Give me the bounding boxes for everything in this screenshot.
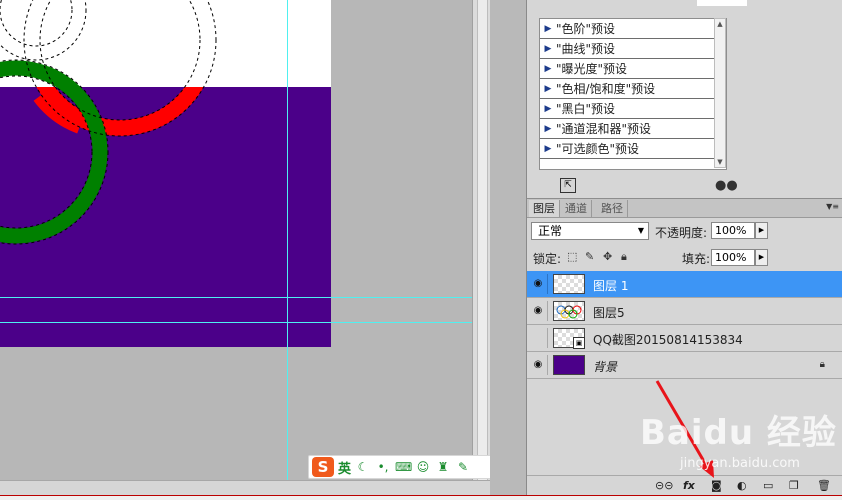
layer-name[interactable]: 图层 1 — [593, 277, 628, 294]
moon-icon[interactable]: ☾ — [355, 460, 371, 474]
opacity-slider-button[interactable]: ▶ — [755, 222, 768, 239]
new-group-icon[interactable]: ▭ — [763, 479, 773, 492]
layer-list: ◉ 图层 1 ◉ 图层5 ▣ QQ截图20150814153834 ◉ 背景 🔒… — [527, 271, 842, 379]
expand-triangle-icon[interactable]: ▶ — [540, 84, 556, 94]
layer-thumbnail-rings[interactable] — [553, 301, 585, 321]
guide-horizontal-2[interactable] — [0, 322, 472, 323]
layer-name[interactable]: QQ截图20150814153834 — [593, 331, 743, 348]
preset-label: "曝光度"预设 — [556, 62, 628, 76]
rings-thumbnail-icon — [556, 305, 582, 319]
scroll-down-icon[interactable]: ▼ — [715, 157, 725, 167]
punctuation-icon[interactable]: •, — [375, 460, 391, 474]
lock-transparent-pixels-icon[interactable]: ⬚ — [567, 250, 577, 263]
lock-all-icon[interactable]: 🔒︎ — [621, 250, 627, 264]
horizontal-scrollbar[interactable] — [0, 480, 490, 496]
preset-curves[interactable]: ▶ "曲线"预设 — [540, 39, 726, 59]
lock-image-pixels-icon[interactable]: ✎ — [585, 250, 594, 263]
wrench-icon[interactable]: ✎ — [455, 460, 471, 474]
expand-triangle-icon[interactable]: ▶ — [540, 24, 556, 34]
preset-label: "可选颜色"预设 — [556, 142, 640, 156]
adjustments-header-strip — [697, 0, 747, 6]
layers-panel-footer: ⊝⊝ fx ◙ ◐ ▭ ❐ 🗑︎ — [527, 475, 842, 497]
guide-vertical[interactable] — [287, 0, 288, 495]
skin-shirt-icon[interactable]: ♜ — [435, 460, 451, 474]
baidu-watermark-url: jingyan.baidu.com — [680, 456, 800, 471]
tab-layers[interactable]: 图层 — [529, 200, 560, 217]
ime-toolbar[interactable]: S 英 ☾ •, ⌨ ☺ ♜ ✎ — [308, 455, 494, 479]
preset-hue-saturation[interactable]: ▶ "色相/饱和度"预设 — [540, 79, 726, 99]
document-image[interactable] — [0, 0, 331, 347]
panel-tabs-bar: 图层 通道 路径 ▼≡ — [527, 199, 842, 218]
link-layers-icon[interactable]: ⊝⊝ — [655, 479, 673, 492]
layer-name[interactable]: 背景 — [593, 358, 617, 375]
blend-mode-value: 正常 — [538, 224, 563, 238]
layer-row-layer1[interactable]: ◉ 图层 1 — [527, 271, 842, 298]
visibility-eye-icon[interactable]: ◉ — [529, 355, 548, 375]
preset-channel-mixer[interactable]: ▶ "通道混和器"预设 — [540, 119, 726, 139]
fill-input[interactable]: 100% — [711, 249, 755, 266]
visibility-eye-icon[interactable]: ◉ — [529, 301, 548, 321]
adjustments-header — [527, 0, 842, 10]
vertical-scrollbar-track[interactable] — [477, 0, 488, 480]
document-canvas-area[interactable] — [0, 0, 472, 495]
fill-slider-button[interactable]: ▶ — [755, 249, 768, 266]
layer-row-qq-screenshot[interactable]: ▣ QQ截图20150814153834 — [527, 325, 842, 352]
delete-layer-icon[interactable]: 🗑︎ — [817, 479, 831, 492]
blend-mode-select[interactable]: 正常 ▼ — [531, 222, 649, 240]
preset-selective-color[interactable]: ▶ "可选颜色"预设 — [540, 139, 726, 159]
adjustment-presets-list[interactable]: ▶ "色阶"预设 ▶ "曲线"预设 ▶ "曝光度"预设 ▶ "色相/饱和度"预设… — [539, 18, 727, 170]
panel-dock-gap — [490, 0, 526, 495]
vertical-scrollbar[interactable] — [472, 0, 491, 480]
ime-language-toggle[interactable]: 英 — [338, 458, 351, 477]
return-to-list-icon[interactable]: ⇱ — [560, 178, 576, 193]
expand-triangle-icon[interactable]: ▶ — [540, 44, 556, 54]
layer-thumbnail[interactable] — [553, 274, 585, 294]
add-mask-icon[interactable]: ◙ — [711, 479, 722, 492]
scroll-up-icon[interactable]: ▲ — [715, 19, 725, 29]
visibility-empty-slot[interactable] — [529, 328, 548, 348]
opacity-input[interactable]: 100% — [711, 222, 755, 239]
visibility-eye-icon[interactable]: ◉ — [529, 274, 548, 294]
expand-triangle-icon[interactable]: ▶ — [540, 64, 556, 74]
clip-to-layer-icon[interactable]: ●● — [715, 178, 738, 193]
smart-object-icon: ▣ — [573, 337, 585, 349]
preset-label: "通道混和器"预设 — [556, 122, 652, 136]
sogou-logo-icon[interactable]: S — [312, 457, 334, 477]
window-bottom-edge — [0, 495, 842, 500]
adjustments-footer: ⇱ ●● — [527, 175, 842, 197]
layer-style-fx-icon[interactable]: fx — [683, 479, 695, 492]
keyboard-icon[interactable]: ⌨ — [395, 460, 412, 474]
preset-label: "色相/饱和度"预设 — [556, 82, 656, 96]
expand-triangle-icon[interactable]: ▶ — [540, 144, 556, 154]
guide-horizontal-1[interactable] — [0, 297, 472, 298]
layer-row-layer5[interactable]: ◉ 图层5 — [527, 298, 842, 325]
expand-triangle-icon[interactable]: ▶ — [540, 104, 556, 114]
preset-label: "曲线"预设 — [556, 42, 616, 56]
fill-label: 填充: — [682, 252, 711, 266]
expand-triangle-icon[interactable]: ▶ — [540, 124, 556, 134]
layer-name[interactable]: 图层5 — [593, 304, 625, 321]
lock-position-icon[interactable]: ✥ — [603, 250, 612, 263]
olympic-rings-art — [0, 0, 217, 245]
user-icon[interactable]: ☺ — [415, 460, 431, 474]
baidu-watermark: Baidu 经验 — [640, 413, 837, 453]
preset-label: "色阶"预设 — [556, 22, 616, 36]
presets-scrollbar[interactable]: ▲ ▼ — [714, 18, 726, 168]
preset-levels[interactable]: ▶ "色阶"预设 — [540, 19, 726, 39]
preset-label: "黑白"预设 — [556, 102, 616, 116]
layer-row-background[interactable]: ◉ 背景 🔒︎ — [527, 352, 842, 379]
opacity-label: 不透明度: — [655, 226, 708, 240]
dropdown-arrow-icon[interactable]: ▼ — [638, 223, 644, 239]
preset-exposure[interactable]: ▶ "曝光度"预设 — [540, 59, 726, 79]
tab-paths[interactable]: 路径 — [597, 200, 628, 217]
layer-thumbnail[interactable] — [553, 355, 585, 375]
new-layer-icon[interactable]: ❐ — [789, 479, 799, 492]
layer-lock-icon: 🔒︎ — [819, 359, 825, 370]
preset-black-white[interactable]: ▶ "黑白"预设 — [540, 99, 726, 119]
lock-label: 锁定: — [533, 252, 562, 266]
adjustment-layer-icon[interactable]: ◐ — [737, 479, 747, 492]
tab-channels[interactable]: 通道 — [561, 200, 592, 217]
panel-menu-icon[interactable]: ▼≡ — [826, 202, 839, 211]
